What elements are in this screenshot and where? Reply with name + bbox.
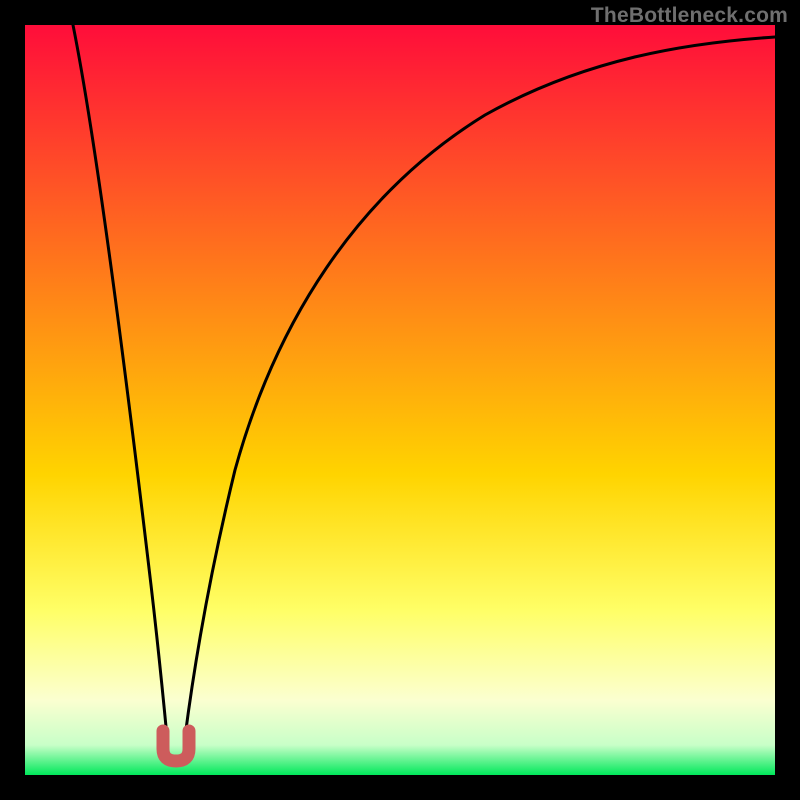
gradient-background — [25, 25, 775, 775]
bottleneck-chart — [25, 25, 775, 775]
chart-frame: TheBottleneck.com — [0, 0, 800, 800]
watermark-text: TheBottleneck.com — [591, 4, 788, 28]
